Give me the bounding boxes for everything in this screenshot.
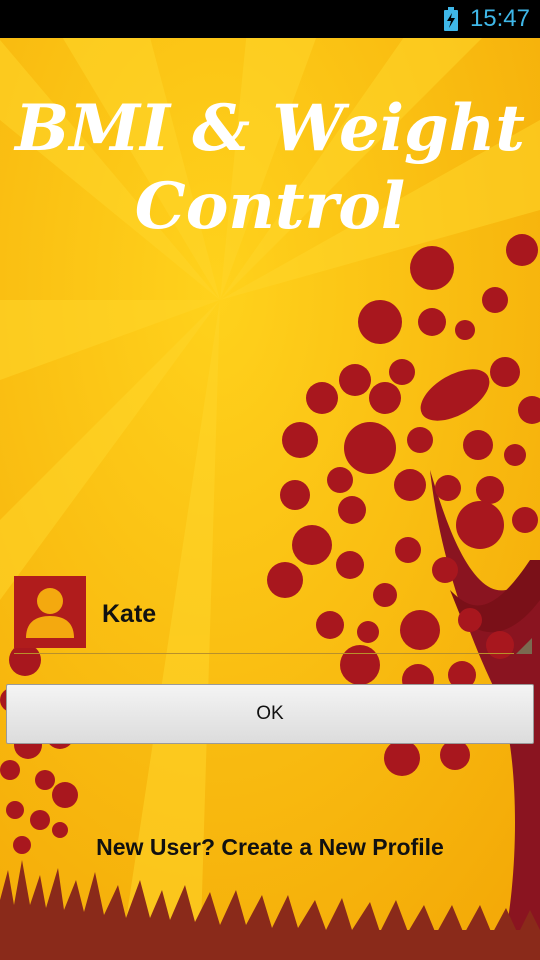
user-silhouette-icon: [26, 588, 74, 638]
status-time: 15:47: [469, 5, 530, 32]
divider: [14, 653, 514, 654]
profile-item-kate[interactable]: Kate: [14, 576, 534, 652]
avatar: [14, 576, 86, 648]
profile-name: Kate: [102, 600, 157, 628]
app-title: BMI & Weight Control: [15, 91, 525, 244]
ok-button[interactable]: OK: [6, 684, 534, 744]
status-bar: 15:47: [0, 0, 540, 38]
create-profile-link[interactable]: New User? Create a New Profile: [0, 834, 540, 861]
battery-charging-icon: [443, 7, 458, 31]
selection-corner-indicator: [516, 638, 532, 654]
